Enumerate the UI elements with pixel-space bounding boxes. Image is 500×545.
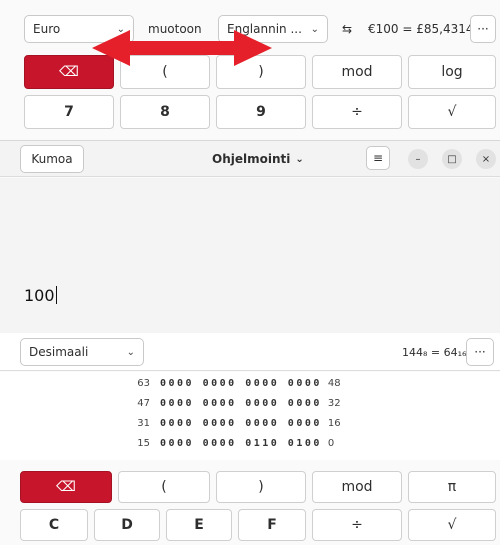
pi-button[interactable]: π <box>408 471 496 503</box>
bit-row: 31 0000 0000 0000 0000 16 <box>132 415 341 431</box>
programming-calculator-window: Kumoa Ohjelmointi ⌄ ≡ – □ × 100 Desimaal… <box>0 140 500 545</box>
bit-display: 63 0000 0000 0000 0000 48 47 0000 0000 0… <box>0 372 500 460</box>
mode-selector[interactable]: Ohjelmointi ⌄ <box>212 141 304 177</box>
title-bar: Kumoa Ohjelmointi ⌄ ≡ – □ × <box>0 141 500 177</box>
hex-c-button[interactable]: C <box>20 509 88 541</box>
double-arrow-icon <box>92 30 272 66</box>
bits[interactable]: 0000 0000 0000 0000 <box>160 418 322 429</box>
bit-start: 15 <box>137 437 150 449</box>
bits[interactable]: 0000 0000 0110 0100 <box>160 438 322 449</box>
minimize-icon[interactable]: – <box>408 149 428 169</box>
text-cursor <box>55 286 57 304</box>
base-bar: Desimaali ⌄ 144₈ = 64₁₆ ··· <box>0 333 500 371</box>
digit-7-button[interactable]: 7 <box>24 95 114 129</box>
bits[interactable]: 0000 0000 0000 0000 <box>160 378 322 389</box>
digit-8-button[interactable]: 8 <box>120 95 210 129</box>
mod-button[interactable]: mod <box>312 55 402 89</box>
bit-start: 31 <box>137 417 150 429</box>
log-button[interactable]: log <box>408 55 496 89</box>
keypad: ⌫ ( ) mod π C D E F ÷ √ <box>0 461 500 545</box>
chevron-down-icon: ⌄ <box>295 153 304 165</box>
bits[interactable]: 0000 0000 0000 0000 <box>160 398 322 409</box>
input-value: 100 <box>24 286 55 305</box>
divide-button[interactable]: ÷ <box>312 509 402 541</box>
chevron-down-icon: ⌄ <box>126 346 135 358</box>
undo-button[interactable]: Kumoa <box>20 145 84 173</box>
input-field[interactable]: 100 <box>24 286 57 305</box>
digit-9-button[interactable]: 9 <box>216 95 306 129</box>
maximize-icon[interactable]: □ <box>442 149 462 169</box>
hex-e-button[interactable]: E <box>166 509 232 541</box>
bit-start: 47 <box>137 397 150 409</box>
display-area[interactable] <box>0 178 500 346</box>
menu-icon[interactable]: ≡ <box>366 146 390 170</box>
bit-end: 32 <box>327 397 341 409</box>
bit-end: 48 <box>327 377 341 389</box>
close-paren-button[interactable]: ) <box>216 471 306 503</box>
base-label: Desimaali <box>29 345 89 359</box>
divide-button[interactable]: ÷ <box>312 95 402 129</box>
mode-label: Ohjelmointi <box>212 152 291 166</box>
hex-f-button[interactable]: F <box>238 509 306 541</box>
backspace-button[interactable]: ⌫ <box>20 471 112 503</box>
bit-row: 47 0000 0000 0000 0000 32 <box>132 395 341 411</box>
open-paren-button[interactable]: ( <box>118 471 210 503</box>
sqrt-button[interactable]: √ <box>408 95 496 129</box>
more-button[interactable]: ··· <box>466 338 494 366</box>
hex-d-button[interactable]: D <box>94 509 160 541</box>
swap-icon[interactable]: ⇆ <box>342 15 352 43</box>
bit-end: 0 <box>327 437 335 449</box>
bit-start: 63 <box>137 377 150 389</box>
close-icon[interactable]: × <box>476 149 496 169</box>
base-conversion: 144₈ = 64₁₆ <box>402 345 467 359</box>
currency-from-label: Euro <box>33 22 61 36</box>
exchange-rate: €100 = £85,4314 <box>368 22 474 36</box>
sqrt-button[interactable]: √ <box>408 509 496 541</box>
bit-row: 15 0000 0000 0110 0100 0 <box>132 435 334 451</box>
bit-row: 63 0000 0000 0000 0000 48 <box>132 375 341 391</box>
base-dropdown[interactable]: Desimaali ⌄ <box>20 338 144 366</box>
mod-button[interactable]: mod <box>312 471 402 503</box>
chevron-down-icon: ⌄ <box>310 23 319 35</box>
currency-calculator: Euro ⌄ muotoon Englannin ... ⌄ ⇆ €100 = … <box>0 0 500 140</box>
more-button[interactable]: ··· <box>470 15 496 43</box>
bit-end: 16 <box>327 417 341 429</box>
